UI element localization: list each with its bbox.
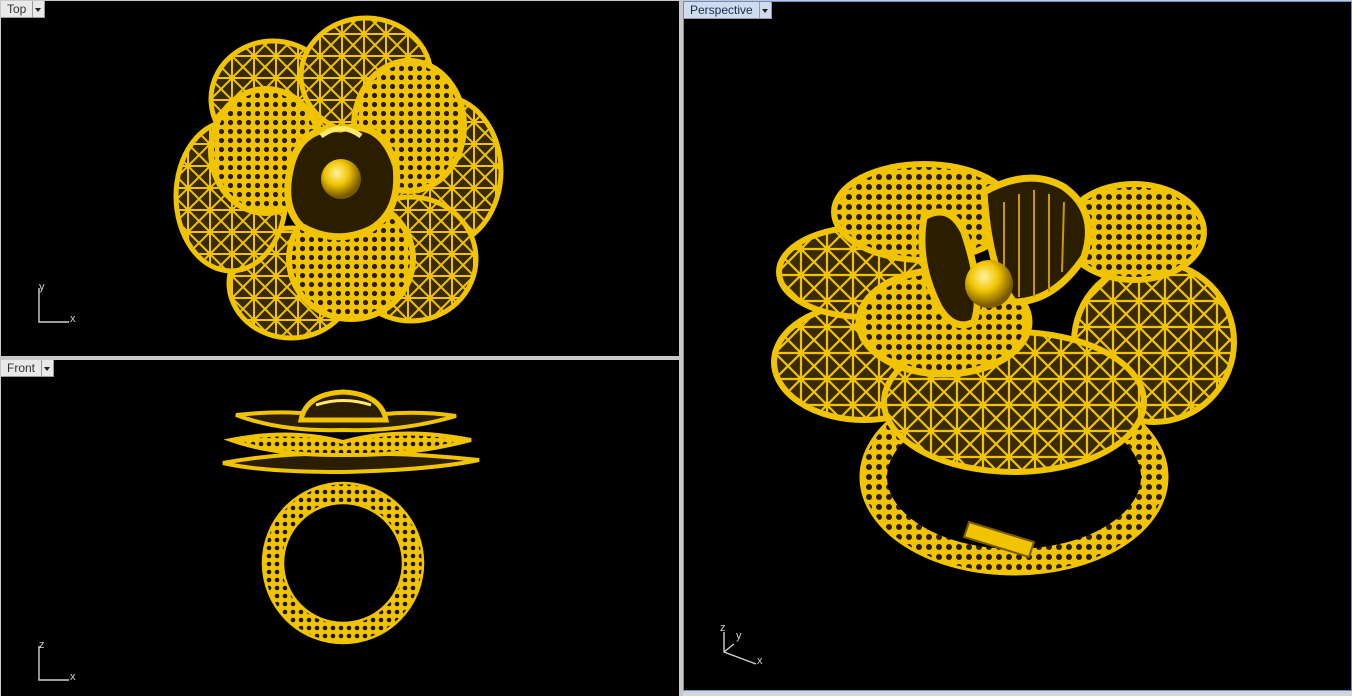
axis-label-z: z: [720, 622, 726, 634]
ring-top-view: [173, 15, 504, 341]
dropdown-arrow-icon[interactable]: [759, 2, 772, 19]
viewport-name-perspective[interactable]: Perspective: [684, 2, 760, 19]
viewport-name-front[interactable]: Front: [1, 360, 43, 377]
dropdown-arrow-icon[interactable]: [42, 360, 55, 377]
center-cup: [284, 123, 401, 241]
viewport-top[interactable]: Top y x: [1, 1, 679, 356]
axis-label-z: z: [39, 639, 45, 651]
dropdown-arrow-icon[interactable]: [33, 1, 46, 18]
axis-widget-icon: z y x: [716, 622, 776, 669]
viewport-title-top[interactable]: Top: [1, 1, 46, 18]
viewport-name-top[interactable]: Top: [1, 1, 34, 18]
viewport-title-front[interactable]: Front: [1, 360, 55, 377]
status-strip: [683, 691, 1352, 696]
viewport-perspective[interactable]: Perspective z y x: [683, 1, 1352, 691]
axis-label-x: x: [70, 313, 76, 325]
axis-widget-icon: z x: [33, 639, 83, 687]
viewport-front[interactable]: Front z x: [1, 360, 679, 696]
flower-profile: [222, 389, 480, 475]
axis-label-y: y: [39, 281, 45, 293]
viewport-title-perspective[interactable]: Perspective: [684, 2, 772, 19]
ring-band: [261, 481, 425, 645]
ring-front-view: [222, 389, 480, 645]
axis-label-y: y: [736, 630, 742, 642]
ring-perspective-view: [771, 161, 1237, 576]
axis-widget-icon: y x: [33, 281, 83, 329]
axis-label-x: x: [757, 655, 763, 667]
axis-label-x: x: [70, 671, 76, 683]
